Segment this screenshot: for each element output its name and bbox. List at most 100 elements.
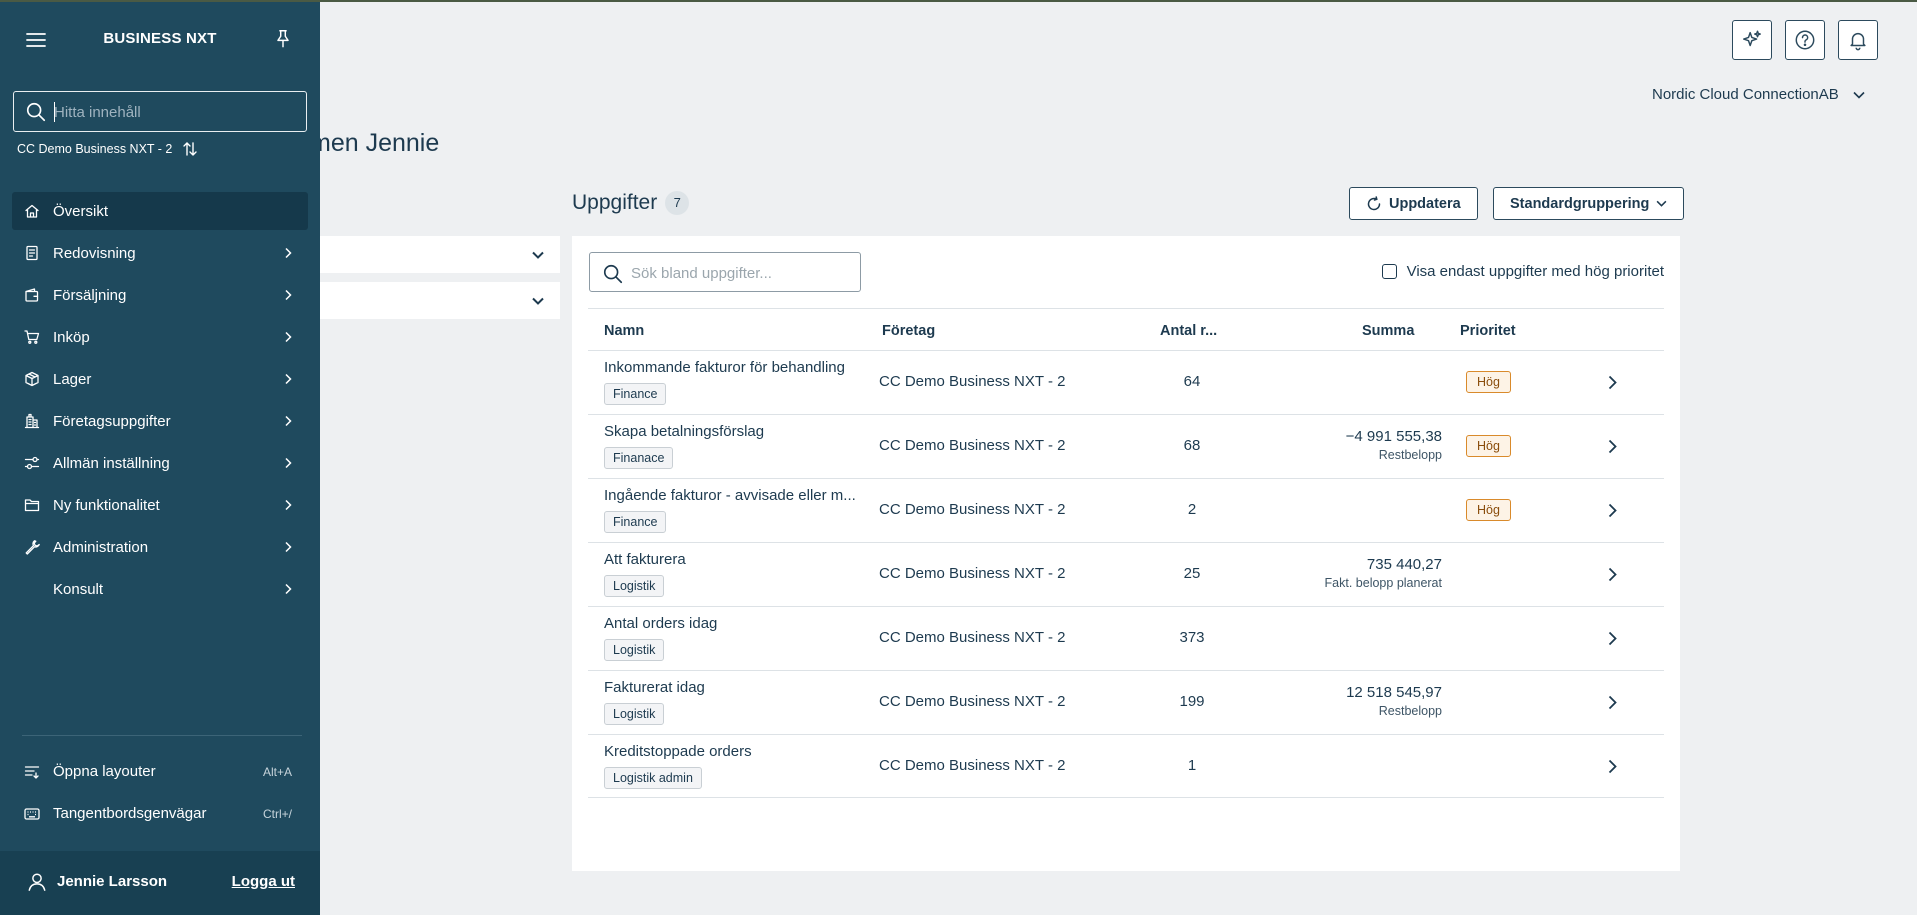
keyboard-shortcuts-shortcut: Ctrl+/ xyxy=(262,807,292,821)
column-header-sum[interactable]: Summa xyxy=(1362,323,1414,339)
high-priority-filter[interactable]: Visa endast uppgifter med hög prioritet xyxy=(1381,263,1664,280)
welcome-heading: men Jennie xyxy=(310,129,440,157)
chevron-right-icon[interactable] xyxy=(1608,695,1617,710)
organization-name: Nordic Cloud ConnectionAB xyxy=(1652,86,1839,103)
task-name[interactable]: Att fakturera xyxy=(604,551,864,568)
keyboard-shortcuts-item[interactable]: Tangentbordsgenvägar Ctrl+/ xyxy=(12,797,308,831)
task-name[interactable]: Antal orders idag xyxy=(604,615,864,632)
chevron-right-icon xyxy=(285,289,292,301)
high-priority-checkbox[interactable] xyxy=(1381,264,1397,279)
task-count: 199 xyxy=(1179,693,1205,710)
priority-badge: Hög xyxy=(1466,435,1511,457)
task-name[interactable]: Inkommande fakturor för behandling xyxy=(604,359,864,376)
task-company: CC Demo Business NXT - 2 xyxy=(879,373,1066,390)
collapsed-panel-2[interactable] xyxy=(320,282,560,319)
task-company: CC Demo Business NXT - 2 xyxy=(879,565,1066,582)
refresh-button[interactable]: Uppdatera xyxy=(1349,187,1478,220)
task-search-box[interactable] xyxy=(589,252,861,292)
column-header-name[interactable]: Namn xyxy=(604,323,644,339)
sidebar-item-label: Konsult xyxy=(53,581,104,598)
sidebar-item-konsult[interactable]: Konsult xyxy=(12,570,308,608)
task-name[interactable]: Fakturerat idag xyxy=(604,679,864,696)
task-count: 2 xyxy=(1187,501,1197,518)
open-layouts-label: Öppna layouter xyxy=(53,763,156,780)
task-sum: −4 991 555,38 xyxy=(1345,428,1442,445)
chevron-right-icon xyxy=(285,331,292,343)
sparkles-icon xyxy=(1743,30,1761,47)
notifications-button[interactable] xyxy=(1838,20,1878,60)
sidebar-item-label: Lager xyxy=(53,371,92,388)
task-name[interactable]: Ingående fakturor - avvisade eller m... xyxy=(604,487,864,504)
tasks-table: Namn Företag Antal r... Summa Prioritet … xyxy=(588,308,1664,798)
chevron-right-icon[interactable] xyxy=(1608,503,1617,518)
pin-sidebar-button[interactable] xyxy=(272,28,294,52)
sidebar-item-label: Översikt xyxy=(53,203,109,220)
grouping-dropdown[interactable]: Standardgruppering xyxy=(1493,187,1685,220)
task-sum-label: Restbelopp xyxy=(1378,448,1442,462)
task-name[interactable]: Kreditstoppade orders xyxy=(604,743,864,760)
task-category-tag: Finance xyxy=(604,383,667,405)
swap-vertical-icon xyxy=(183,142,198,156)
table-row[interactable]: Antal orders idag Logistik CC Demo Busines… xyxy=(588,606,1664,670)
sidebar-item-ny-funktionalitet[interactable]: Ny funktionalitet xyxy=(12,486,308,524)
sidebar-item-label: Redovisning xyxy=(53,245,136,262)
table-header: Namn Företag Antal r... Summa Prioritet xyxy=(588,308,1664,350)
refresh-label: Uppdatera xyxy=(1389,195,1461,212)
table-row[interactable]: Skapa betalningsförslag Finanace CC Demo B… xyxy=(588,414,1664,478)
help-button[interactable] xyxy=(1785,20,1825,60)
chevron-down-icon xyxy=(1853,91,1865,99)
column-header-priority[interactable]: Prioritet xyxy=(1460,323,1516,339)
content-search-box[interactable] xyxy=(13,91,307,132)
wallet-icon xyxy=(25,288,39,302)
task-name[interactable]: Skapa betalningsförslag xyxy=(604,423,864,440)
sidebar-item-försäljning[interactable]: Försäljning xyxy=(12,276,308,314)
task-category-tag: Finance xyxy=(604,511,667,533)
chevron-right-icon[interactable] xyxy=(1608,567,1617,582)
chevron-right-icon[interactable] xyxy=(1608,375,1617,390)
chevron-right-icon xyxy=(285,457,292,469)
table-row[interactable]: Ingående fakturor - avvisade eller m... F… xyxy=(588,478,1664,542)
table-row[interactable]: Inkommande fakturor för behandling Financ… xyxy=(588,350,1664,414)
table-row[interactable]: Att fakturera Logistik CC Demo Business NX… xyxy=(588,542,1664,606)
keyboard-shortcuts-label: Tangentbordsgenvägar xyxy=(53,805,207,822)
bell-icon xyxy=(1850,32,1866,51)
column-header-company[interactable]: Företag xyxy=(882,323,935,339)
collapsed-panel-1[interactable] xyxy=(320,236,560,273)
open-layouts-item[interactable]: Öppna layouter Alt+A xyxy=(12,755,308,789)
sidebar-item-redovisning[interactable]: Redovisning xyxy=(12,234,308,272)
task-search-input[interactable] xyxy=(631,259,851,287)
chevron-right-icon[interactable] xyxy=(1608,631,1617,646)
task-category-tag: Logistik admin xyxy=(604,767,702,789)
logout-link[interactable]: Logga ut xyxy=(232,873,295,890)
organization-switcher[interactable]: Nordic Cloud ConnectionAB xyxy=(1652,86,1865,103)
content-search-input[interactable] xyxy=(54,98,298,126)
high-priority-label: Visa endast uppgifter med hög prioritet xyxy=(1406,263,1664,280)
table-row[interactable]: Fakturerat idag Logistik CC Demo Business … xyxy=(588,670,1664,734)
chevron-down-icon xyxy=(1656,200,1667,207)
chevron-right-icon[interactable] xyxy=(1608,439,1617,454)
sidebar-item-företagsuppgifter[interactable]: Företagsuppgifter xyxy=(12,402,308,440)
priority-badge: Hög xyxy=(1466,499,1511,521)
ai-assistant-button[interactable] xyxy=(1732,20,1772,60)
tasks-heading: Uppgifter 7 xyxy=(572,191,690,215)
user-footer: Jennie Larsson Logga ut xyxy=(0,851,320,915)
task-company: CC Demo Business NXT - 2 xyxy=(879,437,1066,454)
sidebar-item-översikt[interactable]: Översikt xyxy=(12,192,308,230)
building-icon xyxy=(24,413,40,429)
pin-icon xyxy=(277,30,289,48)
help-icon xyxy=(1795,30,1815,50)
sidebar-item-label: Företagsuppgifter xyxy=(53,413,171,430)
chevron-right-icon[interactable] xyxy=(1608,759,1617,774)
sidebar-item-lager[interactable]: Lager xyxy=(12,360,308,398)
column-header-count[interactable]: Antal r... xyxy=(1160,323,1217,339)
task-category-tag: Logistik xyxy=(604,575,665,597)
tasks-count-badge: 7 xyxy=(665,191,690,215)
sidebar-item-allmän-inställning[interactable]: Allmän inställning xyxy=(12,444,308,482)
sidebar-item-label: Försäljning xyxy=(53,287,127,304)
task-company: CC Demo Business NXT - 2 xyxy=(879,629,1066,646)
company-switcher[interactable]: CC Demo Business NXT - 2 xyxy=(17,141,198,157)
sidebar-item-administration[interactable]: Administration xyxy=(12,528,308,566)
table-row[interactable]: Kreditstoppade orders Logistik admin CC De… xyxy=(588,734,1664,798)
chevron-right-icon xyxy=(285,499,292,511)
sidebar-item-inköp[interactable]: Inköp xyxy=(12,318,308,356)
